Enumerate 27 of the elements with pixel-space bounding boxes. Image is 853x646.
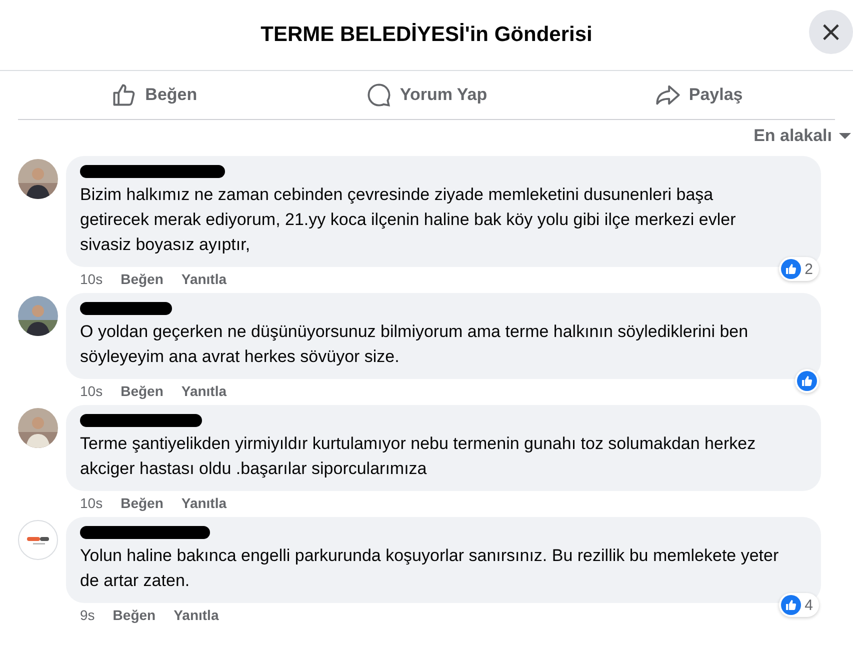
thumbs-up-icon	[111, 82, 138, 108]
speech-bubble-icon	[366, 82, 392, 108]
action-button[interactable]: Paylaş	[562, 71, 835, 119]
close-button[interactable]: ×	[809, 10, 853, 54]
action-button[interactable]: Yorum Yap	[290, 71, 563, 119]
caret-icon	[839, 132, 851, 140]
comment-time: 9s	[80, 607, 95, 623]
comment-text: Yolun haline bakınca engelli parkurunda koşuyorlar sanırsınız. Bu rezillik bu memlekete yeter de artar zaten.	[80, 545, 780, 592]
comment-text: O yoldan geçerken ne düşünüyorsunuz bilmiyorum ama terme halkının söylediklerini ben söyleyeyim ana avrat herkes sövüyor size.	[80, 321, 750, 368]
reaction-count: 4	[804, 596, 814, 614]
sort-dropdown[interactable]: En alakalı	[754, 126, 851, 146]
like-link[interactable]: Beğen	[120, 271, 164, 287]
reply-link[interactable]: Yanıtla	[181, 271, 227, 287]
dialog-title: TERME BELEDİYESİ'in Gönderisi	[260, 23, 592, 47]
action-button[interactable]: Beğen	[18, 71, 290, 119]
comment-time: 10s	[80, 495, 103, 511]
comment-time: 10s	[80, 271, 103, 287]
comment-text: Terme şantiyelikden yirmiyıldır kurtulamıyor nebu termenin gunahı toz solumakdan herkez akciger hastası oldu .başarılar siporcularımıza	[80, 433, 757, 480]
comment-text: Bizim halkımız ne zaman cebinden çevresinde ziyade memleketini dusunenleri başa getirecek merak ediyorum, 21.yy koca ilçenin haline bak köy yolu gibi ilçe merkezi evler sivasiz boyasız ayıptır,	[80, 184, 737, 256]
comment-time: 10s	[80, 383, 103, 399]
reply-link[interactable]: Yanıtla	[174, 607, 219, 623]
like-link[interactable]: Beğen	[120, 383, 164, 399]
reply-link[interactable]: Yanıtla	[181, 495, 227, 511]
reply-link[interactable]: Yanıtla	[181, 383, 227, 399]
like-link[interactable]: Beğen	[120, 495, 164, 511]
reaction-count: 2	[804, 260, 814, 278]
like-link[interactable]: Beğen	[112, 607, 156, 623]
